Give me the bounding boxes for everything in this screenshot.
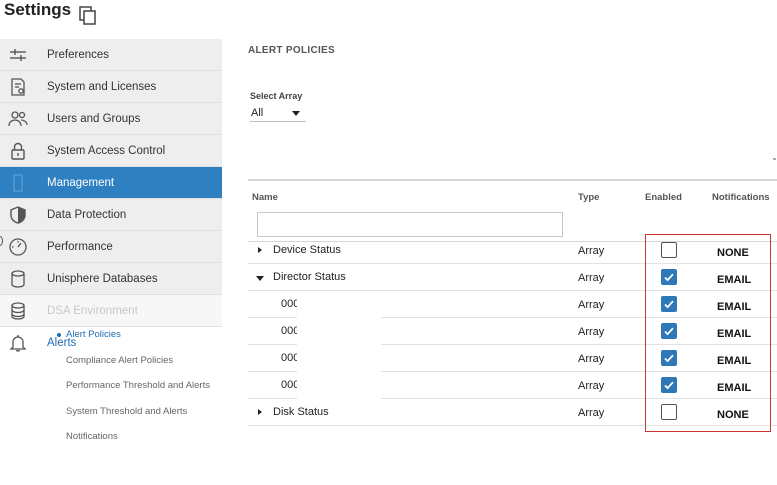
sliders-icon	[8, 45, 28, 65]
column-header-enabled[interactable]: Enabled	[645, 192, 682, 203]
table-row[interactable]: Director Status Array EMAIL	[248, 264, 777, 291]
section-title: ALERT POLICIES	[248, 45, 335, 56]
submenu-item-label: Alert Policies	[66, 329, 121, 341]
checkmark-icon	[664, 381, 674, 390]
copy-window-icon[interactable]	[79, 6, 97, 26]
sidebar-item-system-access-control[interactable]: System Access Control	[0, 135, 222, 167]
row-name: Director Status	[273, 271, 346, 283]
checkmark-icon	[664, 354, 674, 363]
settings-sidebar: Preferences System and Licenses Users an…	[0, 39, 222, 359]
sidebar-item-label: Users and Groups	[47, 113, 141, 125]
submenu-item-label: Performance Threshold and Alerts	[66, 380, 210, 392]
row-type: Array	[578, 245, 605, 257]
caret-down-icon[interactable]	[256, 276, 264, 281]
select-array-label: Select Array	[250, 91, 303, 101]
enabled-checkbox[interactable]	[661, 296, 677, 312]
row-type: Array	[578, 380, 605, 392]
checkmark-icon	[664, 327, 674, 336]
column-header-notifications[interactable]: Notifications	[712, 192, 770, 203]
sidebar-item-unisphere-databases[interactable]: Unisphere Databases	[0, 263, 222, 295]
sidebar-item-data-protection[interactable]: Data Protection	[0, 199, 222, 231]
checkmark-icon	[664, 273, 674, 282]
redaction-block	[297, 294, 381, 400]
submenu-item-compliance-alert-policies[interactable]: Compliance Alert Policies	[0, 348, 222, 374]
enabled-checkbox[interactable]	[661, 404, 677, 420]
row-notifications: NONE	[717, 247, 749, 259]
submenu-item-notifications[interactable]: Notifications	[0, 424, 222, 450]
shield-icon	[8, 205, 28, 225]
sidebar-item-users-and-groups[interactable]: Users and Groups	[0, 103, 222, 135]
table-divider	[248, 179, 777, 181]
sidebar-item-management[interactable]: Management	[0, 167, 222, 199]
row-notifications: EMAIL	[717, 301, 752, 313]
sidebar-item-label: Preferences	[47, 49, 110, 61]
sidebar-item-label: Unisphere Databases	[47, 273, 158, 285]
enabled-checkbox[interactable]	[661, 323, 677, 339]
gauge-icon	[8, 237, 28, 257]
enabled-checkbox[interactable]	[661, 269, 677, 285]
row-notifications: EMAIL	[717, 382, 752, 394]
enabled-checkbox[interactable]	[661, 377, 677, 393]
select-array-value: All	[251, 107, 264, 119]
name-filter-input[interactable]	[257, 212, 563, 237]
database-stack-icon	[8, 301, 28, 321]
row-name: Disk Status	[273, 406, 329, 418]
alerts-submenu: Alert Policies Compliance Alert Policies…	[0, 322, 222, 450]
divider-artifact	[773, 158, 776, 160]
sidebar-item-performance[interactable]: Performance	[0, 231, 222, 263]
caret-right-icon[interactable]	[258, 247, 262, 253]
row-type: Array	[578, 272, 605, 284]
sidebar-item-label: System Access Control	[47, 145, 166, 157]
table-row[interactable]: Disk Status Array NONE	[248, 399, 777, 426]
column-header-type[interactable]: Type	[578, 192, 599, 203]
sidebar-item-label: DSA Environment	[47, 305, 138, 317]
enabled-checkbox[interactable]	[661, 242, 677, 258]
submenu-item-performance-threshold[interactable]: Performance Threshold and Alerts	[0, 373, 222, 399]
submenu-item-label: System Threshold and Alerts	[66, 405, 188, 417]
sidebar-item-label: Data Protection	[47, 209, 127, 221]
server-icon	[8, 173, 28, 193]
caret-right-icon[interactable]	[258, 409, 262, 415]
row-notifications: NONE	[717, 409, 749, 421]
row-name: Device Status	[273, 244, 341, 256]
row-type: Array	[578, 353, 605, 365]
sidebar-item-system-and-licenses[interactable]: System and Licenses	[0, 71, 222, 103]
lock-icon	[8, 141, 28, 161]
row-type: Array	[578, 299, 605, 311]
row-notifications: EMAIL	[717, 328, 752, 340]
submenu-item-label: Compliance Alert Policies	[66, 354, 174, 366]
submenu-item-system-threshold[interactable]: System Threshold and Alerts	[0, 399, 222, 425]
sidebar-item-label: System and Licenses	[47, 81, 157, 93]
checkmark-icon	[664, 300, 674, 309]
table-row[interactable]: Device Status Array NONE	[248, 237, 777, 264]
sidebar-item-preferences[interactable]: Preferences	[0, 39, 222, 71]
submenu-item-alert-policies[interactable]: Alert Policies	[0, 322, 222, 348]
column-header-name[interactable]: Name	[252, 192, 278, 203]
active-dot-icon	[57, 332, 61, 337]
row-type: Array	[578, 326, 605, 338]
row-type: Array	[578, 407, 605, 419]
submenu-item-label: Notifications	[66, 431, 118, 443]
row-notifications: EMAIL	[717, 355, 752, 367]
row-notifications: EMAIL	[717, 274, 752, 286]
page-title: Settings	[4, 0, 72, 19]
license-document-icon	[8, 77, 28, 97]
sidebar-item-label: Performance	[47, 241, 113, 253]
sidebar-item-label: Management	[47, 177, 115, 189]
caret-down-icon	[292, 111, 300, 116]
users-icon	[8, 109, 28, 129]
enabled-checkbox[interactable]	[661, 350, 677, 366]
database-icon	[8, 269, 28, 289]
select-array-dropdown[interactable]: All	[250, 106, 306, 122]
